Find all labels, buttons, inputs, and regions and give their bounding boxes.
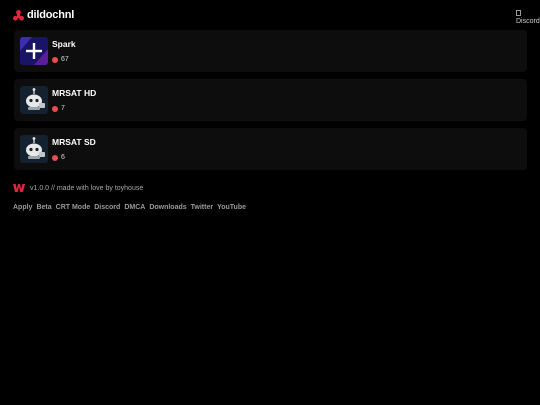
viewer-count-badge: 6 <box>52 153 65 162</box>
footer-link-dmca[interactable]: DMCA <box>124 204 145 211</box>
channel-card-mrsat-hd[interactable]: MRSAT HD 7 <box>14 79 527 121</box>
footer-link-apply[interactable]: Apply <box>13 204 32 211</box>
page: dildochnl Discord Spark 67 MRSAT HD 7 MR… <box>0 0 540 405</box>
channel-thumbnail <box>20 135 48 163</box>
footer-link-downloads[interactable]: Downloads <box>149 204 186 211</box>
live-dot-icon <box>52 56 58 63</box>
footer-credit: v1.0.0 // made with love by toyhouse <box>13 183 143 193</box>
viewer-count-badge: 7 <box>52 104 65 113</box>
channel-card-spark[interactable]: Spark 67 <box>14 30 527 72</box>
footer-link-twitter[interactable]: Twitter <box>191 204 213 211</box>
site-logo[interactable]: dildochnl <box>13 8 74 22</box>
channel-name: MRSAT HD <box>52 88 97 98</box>
channel-name: Spark <box>52 39 76 49</box>
footer-link-crt-mode[interactable]: CRT Mode <box>56 204 91 211</box>
channel-thumbnail <box>20 37 48 65</box>
channel-thumbnail <box>20 86 48 114</box>
discord-alt-text: Discord <box>516 18 540 25</box>
header: dildochnl Discord <box>0 0 540 30</box>
site-name: dildochnl <box>27 9 75 21</box>
live-dot-icon <box>52 105 58 112</box>
channel-card-mrsat-sd[interactable]: MRSAT SD 6 <box>14 128 527 170</box>
channel-name: MRSAT SD <box>52 137 96 147</box>
tri-dot-logo-icon <box>13 9 24 21</box>
discord-link[interactable]: Discord <box>516 10 540 26</box>
viewer-count: 6 <box>61 154 65 161</box>
robot-cat-icon <box>20 86 48 114</box>
footer-link-beta[interactable]: Beta <box>36 204 51 211</box>
footer-nav: Apply Beta CRT Mode Discord DMCA Downloa… <box>13 204 246 211</box>
footer-link-discord[interactable]: Discord <box>94 204 120 211</box>
version-credit-text: v1.0.0 // made with love by toyhouse <box>30 184 144 192</box>
viewer-count-badge: 67 <box>52 55 69 64</box>
broken-image-icon <box>516 10 521 16</box>
spark-plus-icon <box>20 37 48 65</box>
footer-link-youtube[interactable]: YouTube <box>217 204 246 211</box>
viewer-count: 7 <box>61 105 65 112</box>
toyhouse-logo-icon <box>13 184 25 192</box>
viewer-count: 67 <box>61 56 69 63</box>
live-dot-icon <box>52 154 58 161</box>
robot-cat-icon <box>20 135 48 163</box>
